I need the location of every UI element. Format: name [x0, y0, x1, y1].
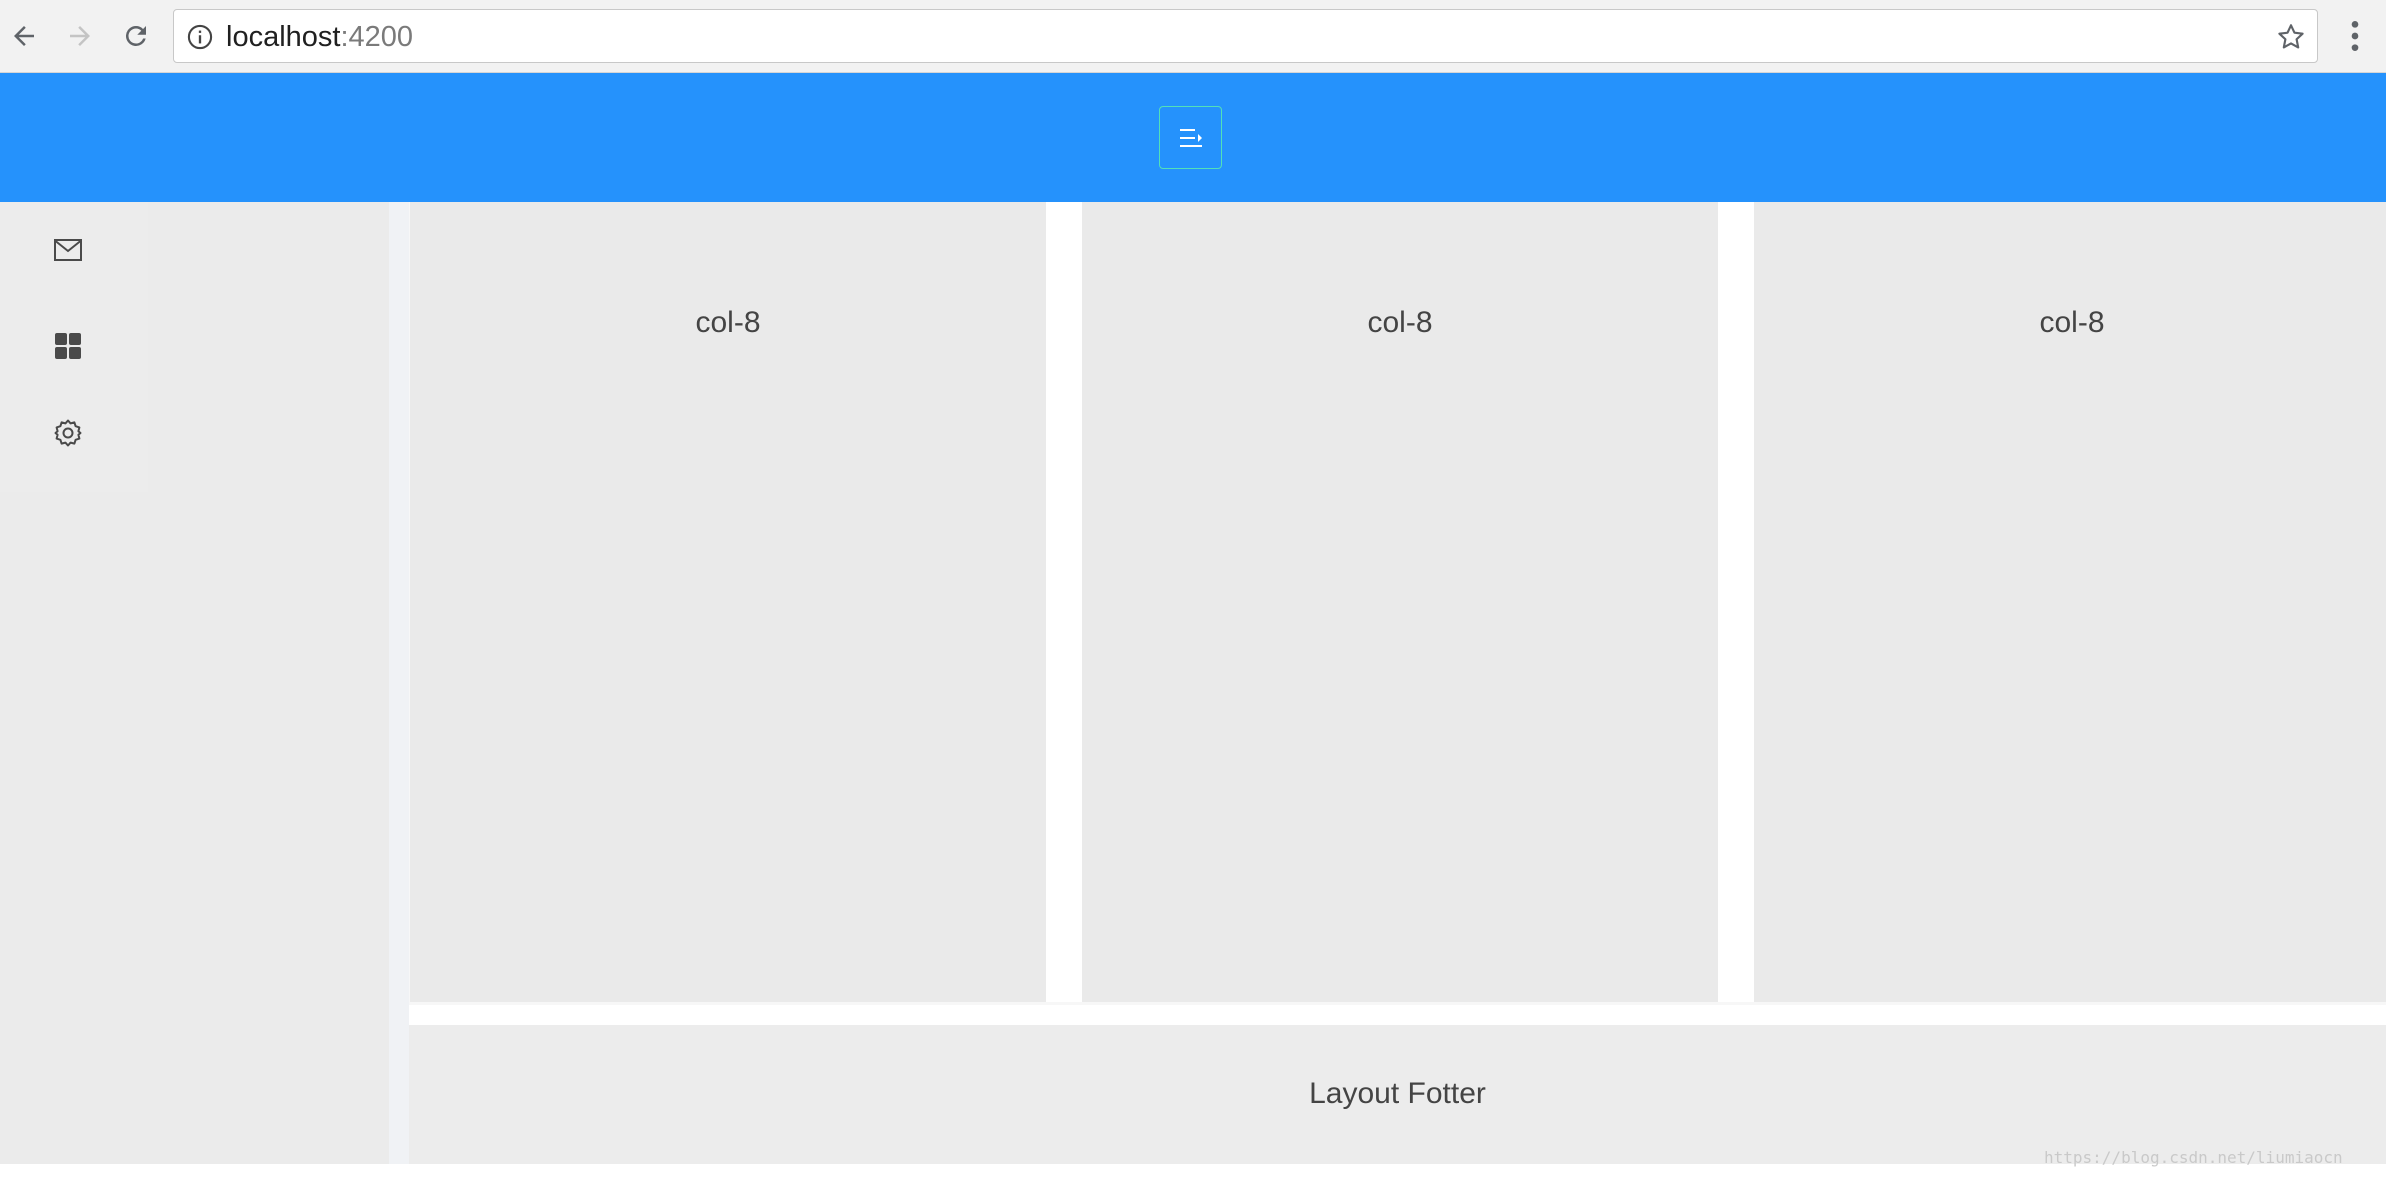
sidebar-item-setting[interactable] — [0, 393, 136, 473]
reload-icon — [125, 25, 146, 46]
vertical-dots-icon[interactable] — [2335, 16, 2375, 56]
column-gutter — [1046, 202, 1082, 1002]
column-label: col-8 — [2039, 306, 2105, 339]
grid-column-1: col-8 — [410, 202, 1046, 1002]
forward-button[interactable] — [60, 16, 100, 56]
address-bar[interactable]: localhost:4200 — [173, 9, 2318, 63]
url-host: localhost — [226, 21, 341, 53]
url-text: localhost:4200 — [226, 10, 413, 64]
setting-icon — [54, 419, 82, 447]
arrow-right-icon — [70, 26, 90, 46]
column-label: col-8 — [695, 306, 761, 339]
sidebar-divider — [389, 202, 409, 1164]
browser-toolbar: localhost:4200 — [0, 0, 2386, 73]
back-button[interactable] — [4, 16, 44, 56]
layout-header — [0, 73, 2386, 202]
sidebar-item-appstore[interactable] — [0, 306, 136, 386]
grid-column-2: col-8 — [1082, 202, 1718, 1002]
reload-button[interactable] — [116, 16, 156, 56]
footer-text: Layout Fotter — [1309, 1077, 1486, 1110]
info-circle-icon[interactable] — [186, 23, 214, 51]
star-icon[interactable] — [2275, 21, 2307, 53]
arrow-left-icon — [14, 26, 34, 46]
sidebar-toggle-button[interactable] — [1159, 106, 1222, 169]
layout-footer: Layout Fotter — [409, 1025, 2386, 1164]
sidebar — [0, 202, 389, 1164]
column-gutter — [1718, 202, 1754, 1002]
watermark-text: https://blog.csdn.net/liumiaocn — [2044, 1148, 2343, 1167]
sidebar-item-mail[interactable] — [0, 210, 136, 290]
menu-unfold-icon — [1179, 128, 1202, 147]
layout-content: col-8 col-8 col-8 — [409, 202, 2386, 1005]
bottom-strip — [0, 1164, 2386, 1180]
grid-column-3: col-8 — [1754, 202, 2386, 1002]
sidebar-menu — [0, 202, 148, 492]
mail-icon — [54, 239, 82, 261]
appstore-icon — [55, 333, 81, 359]
column-label: col-8 — [1367, 306, 1433, 339]
url-port: :4200 — [340, 21, 414, 53]
